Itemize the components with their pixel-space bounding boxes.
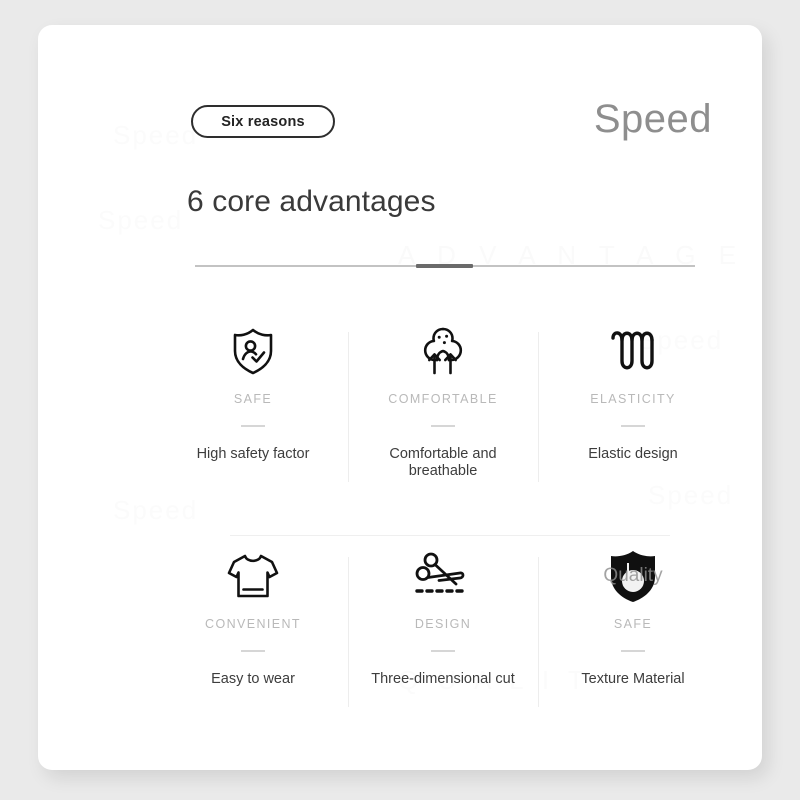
feature-dash [621, 650, 645, 652]
feature-description: High safety factor [196, 446, 310, 462]
feature-card-design[interactable]: DESIGN Three-dimensional cut [348, 535, 538, 730]
feature-caption: CONVENIENT [205, 617, 301, 631]
background-watermark: Speed [113, 120, 199, 150]
screenshot-root: Speed Speed A D V A N T A G E Speed Spee… [0, 0, 800, 800]
feature-card-elasticity[interactable]: ELASTICITY Elastic design [538, 310, 728, 505]
feature-description: Easy to wear [211, 671, 295, 687]
feature-card-convenient[interactable]: CONVENIENT Easy to wear [158, 535, 348, 730]
feature-card-safe[interactable]: SAFE High safety factor [158, 310, 348, 505]
background-watermark: Speed [98, 205, 184, 235]
feature-card-comfortable[interactable]: COMFORTABLE Comfortable and breathable [348, 310, 538, 505]
section-rule-accent [416, 264, 473, 268]
feature-dash [241, 650, 265, 652]
feature-description: Texture Material [581, 671, 685, 687]
page-title: 6 core advantages [187, 185, 436, 218]
features-row-2: CONVENIENT Easy to wear DESIGN Three-dim… [158, 535, 728, 730]
elastic-spring-icon [605, 320, 661, 382]
feature-card-texture[interactable]: Quality SAFE Texture Material [538, 535, 728, 730]
feature-caption: DESIGN [414, 617, 472, 631]
section-rule [195, 264, 695, 268]
feature-caption: SAFE [613, 617, 653, 631]
feature-caption: SAFE [233, 392, 273, 406]
advantages-card: Speed Speed A D V A N T A G E Speed Spee… [38, 25, 762, 770]
feature-description: Three-dimensional cut [371, 671, 515, 687]
features-grid: SAFE High safety factor COMFORTABLE Comf… [158, 310, 728, 730]
feature-dash [431, 425, 455, 427]
brand-name: Speed [593, 97, 712, 141]
feature-description: Comfortable and breathable [389, 446, 497, 479]
cotton-arrows-icon [416, 320, 470, 382]
feature-dash [241, 425, 265, 427]
scissors-cut-icon [414, 545, 472, 607]
six-reasons-badge[interactable]: Six reasons [191, 105, 335, 138]
feature-caption: ELASTICITY [590, 392, 676, 406]
tshirt-icon [225, 545, 281, 607]
quality-shield-icon: Quality [603, 545, 663, 607]
feature-caption: COMFORTABLE [388, 392, 498, 406]
shield-person-check-icon [227, 320, 279, 382]
feature-dash [621, 425, 645, 427]
feature-description: Elastic design [588, 446, 678, 462]
six-reasons-badge-label: Six reasons [221, 113, 305, 130]
feature-dash [431, 650, 455, 652]
features-row-1: SAFE High safety factor COMFORTABLE Comf… [158, 310, 728, 505]
